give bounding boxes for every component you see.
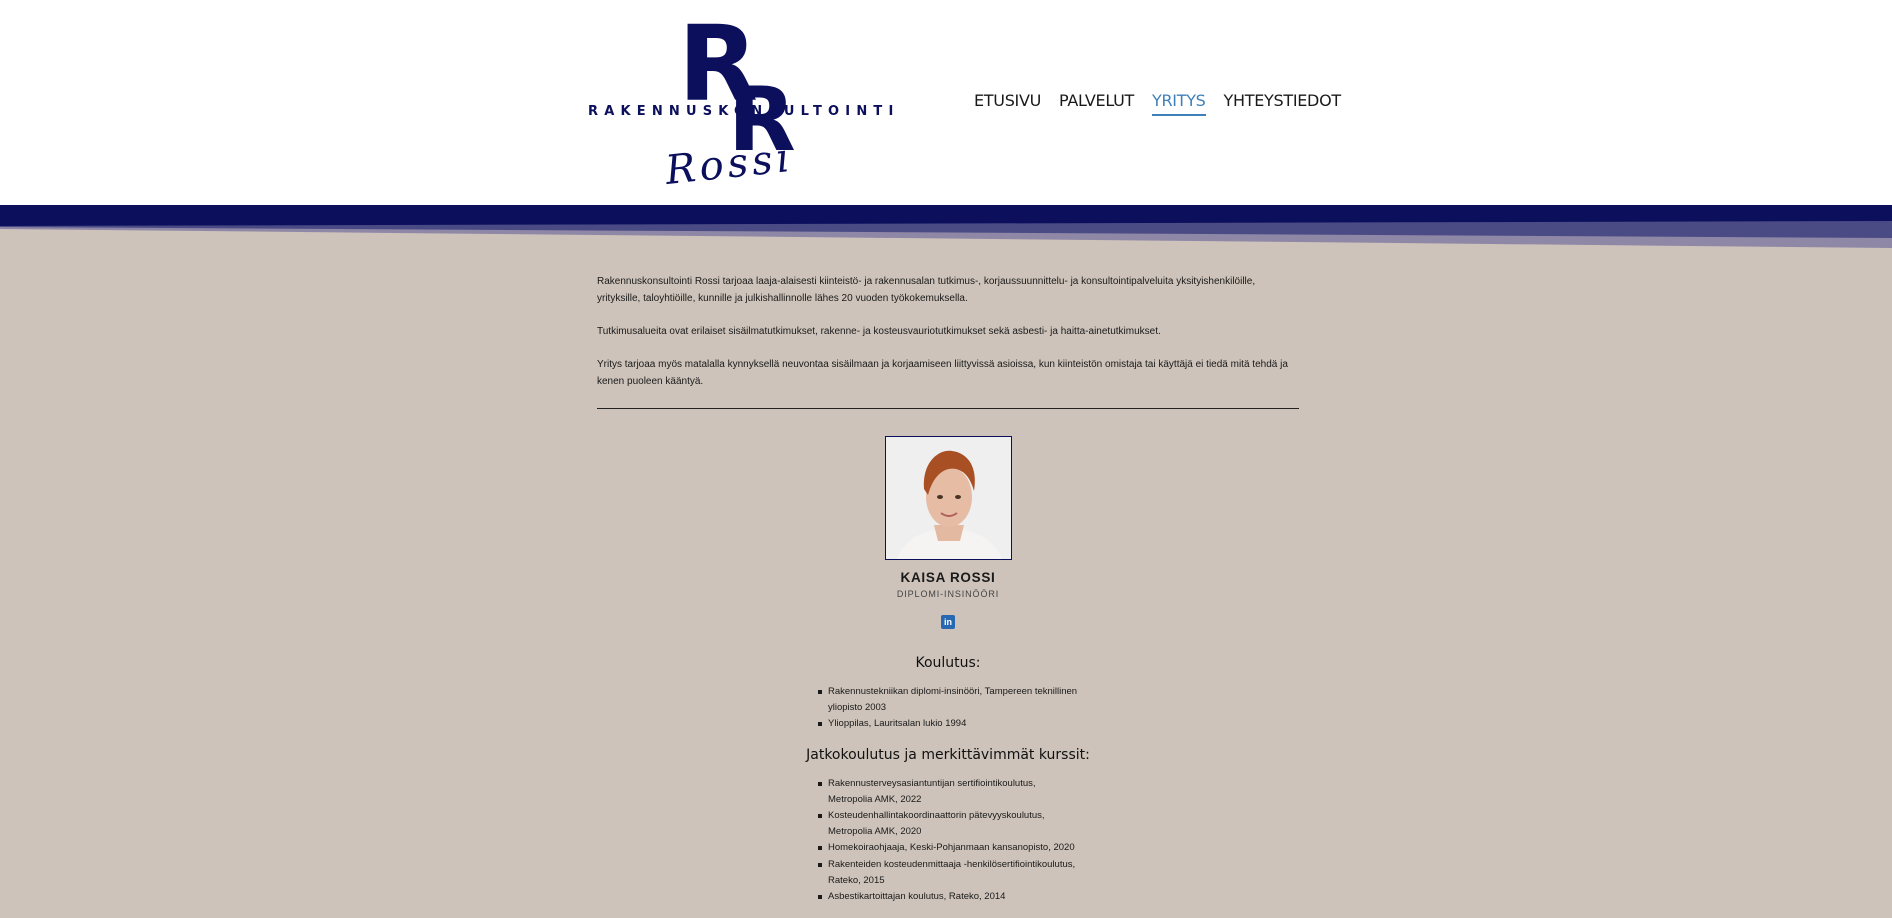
nav-item-yritys[interactable]: YRITYS: [1152, 91, 1206, 116]
list-item: Ylioppilas, Lauritsalan lukio 1994: [818, 716, 1078, 732]
education-heading: Koulutus:: [915, 655, 981, 671]
person-profile: KAISA ROSSI DIPLOMI-INSINÖÖRI in Koulutu…: [597, 436, 1299, 905]
main-nav: ETUSIVU PALVELUT YRITYS YHTEYSTIEDOT: [974, 91, 1341, 116]
site-header: R R RAKENNUSKONSULTOINTI Rossi ETUSIVU P…: [0, 0, 1892, 206]
intro-paragraph: Yritys tarjoaa myös matalalla kynnyksell…: [597, 359, 1288, 387]
list-item: Homekoiraohjaaja, Keski-Pohjanmaan kansa…: [818, 840, 1078, 856]
company-intro: Rakennuskonsultointi Rossi tarjoaa laaja…: [597, 273, 1299, 390]
list-item: Rakennustekniikan diplomi-insinööri, Tam…: [818, 684, 1078, 716]
nav-item-yhteystiedot[interactable]: YHTEYSTIEDOT: [1224, 91, 1342, 116]
profile-photo: [884, 436, 1012, 560]
person-name: KAISA ROSSI: [900, 570, 996, 585]
decorative-header-band: [0, 205, 1892, 251]
education-list: Rakennustekniikan diplomi-insinööri, Tam…: [818, 684, 1078, 733]
nav-item-palvelut[interactable]: PALVELUT: [1059, 91, 1134, 116]
courses-heading: Jatkokoulutus ja merkittävimmät kurssit:: [806, 746, 1090, 763]
intro-paragraph: Rakennuskonsultointi Rossi tarjoaa laaja…: [597, 276, 1256, 304]
section-divider: [597, 408, 1299, 409]
intro-paragraph: Tutkimusalueita ovat erilaiset sisäilmat…: [597, 326, 1161, 337]
logo-subtitle: RAKENNUSKONSULTOINTI: [588, 104, 900, 119]
company-logo[interactable]: R R RAKENNUSKONSULTOINTI Rossi: [588, 12, 893, 198]
list-item: Rakennusterveysasiantuntijan sertifioint…: [818, 776, 1078, 808]
main-content: Rakennuskonsultointi Rossi tarjoaa laaja…: [597, 273, 1299, 902]
person-title: DIPLOMI-INSINÖÖRI: [896, 589, 1000, 599]
list-item: Rakenteiden kosteudenmittaaja -henkilöse…: [818, 857, 1078, 889]
list-item: Asbestikartoittajan koulutus, Rateko, 20…: [818, 889, 1078, 905]
nav-item-etusivu[interactable]: ETUSIVU: [974, 91, 1041, 116]
list-item: Kosteudenhallintakoordinaattorin pätevyy…: [818, 808, 1078, 840]
linkedin-icon[interactable]: in: [941, 615, 955, 629]
courses-list: Rakennusterveysasiantuntijan sertifioint…: [818, 776, 1078, 906]
